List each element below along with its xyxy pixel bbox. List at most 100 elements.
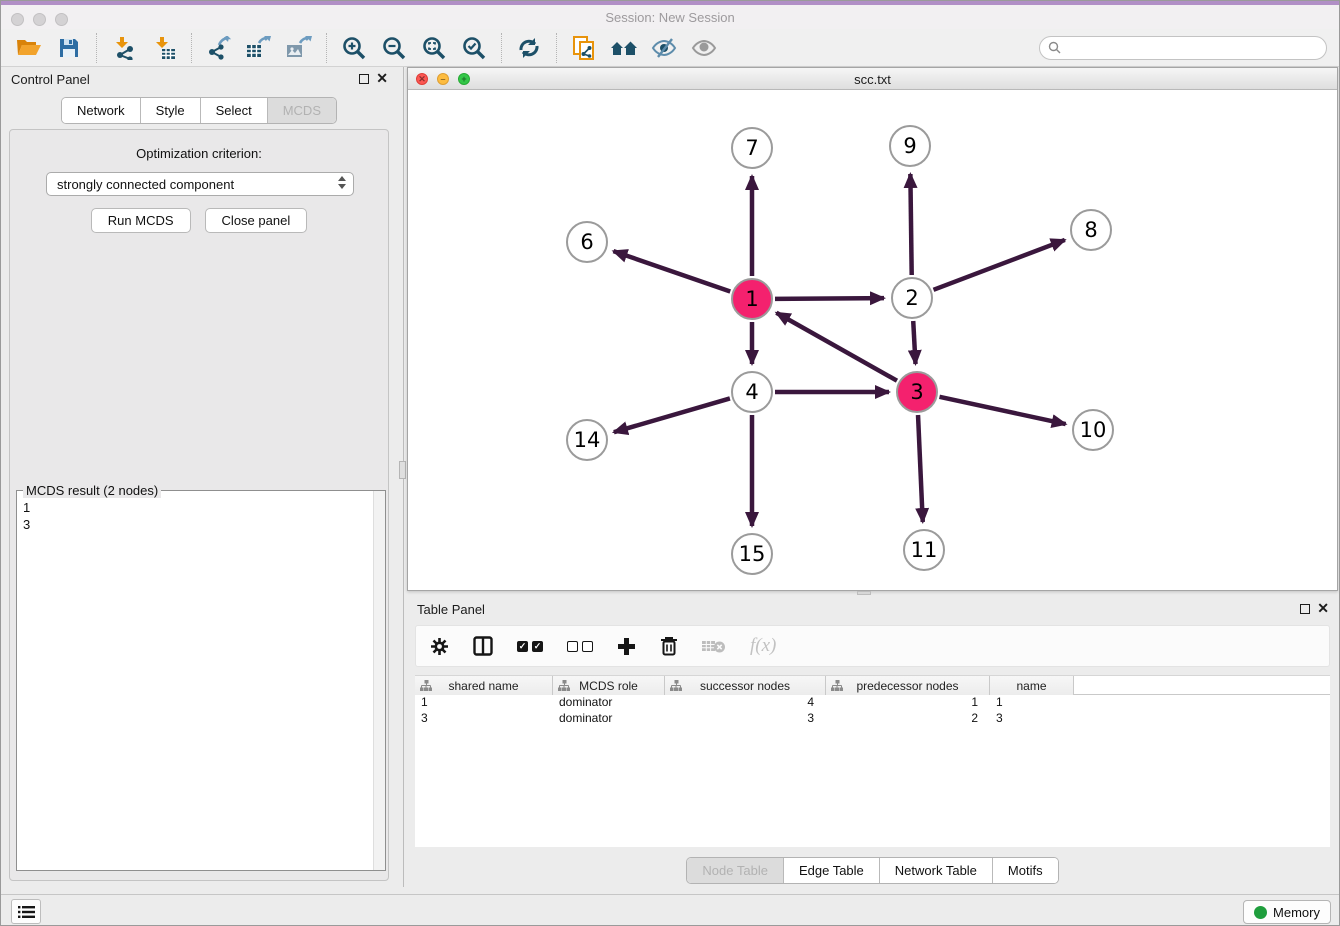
hide-selected-icon[interactable]: [644, 31, 684, 65]
zoom-selected-icon[interactable]: [454, 31, 494, 65]
first-neighbors-icon[interactable]: [604, 31, 644, 65]
close-panel-icon[interactable]: ✕: [376, 70, 388, 86]
column-sort-icon: [670, 680, 682, 691]
tab-network[interactable]: Network: [62, 98, 140, 123]
graph-edge-2-9[interactable]: [910, 174, 911, 275]
toolbar-separator: [191, 33, 192, 63]
table-cell[interactable]: 1: [415, 695, 553, 711]
network-view-window: ✕ – + scc.txt 7 9 6 8 1 2 4 3 14 10 15 11: [407, 67, 1338, 591]
tab-node-table[interactable]: Node Table: [687, 858, 783, 883]
open-session-icon[interactable]: [9, 31, 49, 65]
table-toolbar: ✓✓ f(x): [415, 625, 1330, 667]
splitter-handle[interactable]: [399, 461, 406, 479]
delete-table-icon[interactable]: [702, 638, 726, 654]
graph-edge-3-10[interactable]: [939, 397, 1065, 424]
graph-node-9[interactable]: 9: [889, 125, 931, 167]
column-label: successor nodes: [700, 679, 790, 693]
table-row[interactable]: 3dominator323: [415, 711, 1330, 727]
table-cell[interactable]: 4: [665, 695, 826, 711]
run-mcds-button[interactable]: Run MCDS: [91, 208, 191, 233]
deselect-all-icon[interactable]: [567, 641, 593, 652]
graph-node-4[interactable]: 4: [731, 371, 773, 413]
apply-layout-icon[interactable]: [509, 31, 549, 65]
column-header-successor-nodes[interactable]: successor nodes: [665, 676, 826, 695]
export-image-icon[interactable]: [279, 31, 319, 65]
optimization-criterion-select[interactable]: strongly connected component: [46, 172, 354, 196]
tab-style[interactable]: Style: [140, 98, 200, 123]
table-cell[interactable]: 3: [990, 711, 1074, 727]
table-cell[interactable]: 2: [826, 711, 990, 727]
graph-node-14[interactable]: 14: [566, 419, 608, 461]
tab-mcds[interactable]: MCDS: [267, 98, 336, 123]
graph-edge-2-8[interactable]: [934, 240, 1065, 290]
mcds-result-group: MCDS result (2 nodes) 1 3: [16, 490, 386, 871]
network-window-titlebar[interactable]: ✕ – + scc.txt: [408, 68, 1337, 90]
graph-node-7[interactable]: 7: [731, 127, 773, 169]
split-view-icon[interactable]: [473, 636, 493, 656]
show-all-icon[interactable]: [684, 31, 724, 65]
mcds-result-text[interactable]: 1 3: [17, 493, 373, 870]
graph-node-1[interactable]: 1: [731, 278, 773, 320]
tab-motifs[interactable]: Motifs: [992, 858, 1058, 883]
graph-node-2[interactable]: 2: [891, 277, 933, 319]
tab-network-table[interactable]: Network Table: [879, 858, 992, 883]
graph-edge-2-3[interactable]: [913, 321, 915, 364]
graph-node-8[interactable]: 8: [1070, 209, 1112, 251]
column-label: name: [1016, 679, 1046, 693]
result-scrollbar[interactable]: [373, 491, 385, 870]
horizontal-splitter-handle[interactable]: [857, 591, 871, 595]
close-panel-button[interactable]: Close panel: [205, 208, 308, 233]
function-builder-icon[interactable]: f(x): [750, 635, 776, 657]
table-cell[interactable]: dominator: [553, 711, 665, 727]
select-chevrons-icon: [338, 176, 346, 189]
graph-node-15[interactable]: 15: [731, 533, 773, 575]
graph-node-6[interactable]: 6: [566, 221, 608, 263]
float-table-panel-icon[interactable]: [1300, 604, 1310, 614]
task-history-icon[interactable]: [11, 899, 41, 924]
network-window-title: scc.txt: [408, 72, 1337, 87]
table-header-row: shared name MCDS role successor nodes prede…: [415, 676, 1330, 695]
search-input[interactable]: [1067, 41, 1318, 55]
graph-node-3[interactable]: 3: [896, 371, 938, 413]
column-header-predecessor-nodes[interactable]: predecessor nodes: [826, 676, 990, 695]
save-session-icon[interactable]: [49, 31, 89, 65]
add-column-icon[interactable]: [617, 637, 636, 656]
network-canvas[interactable]: 7 9 6 8 1 2 4 3 14 10 15 11: [408, 90, 1337, 590]
memory-button[interactable]: Memory: [1243, 900, 1331, 924]
tab-select[interactable]: Select: [200, 98, 267, 123]
clone-network-icon[interactable]: [564, 31, 604, 65]
tab-edge-table[interactable]: Edge Table: [783, 858, 879, 883]
table-cell[interactable]: dominator: [553, 695, 665, 711]
global-search[interactable]: [1039, 36, 1327, 60]
import-table-icon[interactable]: [144, 31, 184, 65]
column-header-MCDS-role[interactable]: MCDS role: [553, 676, 665, 695]
graph-node-10[interactable]: 10: [1072, 409, 1114, 451]
graph-edge-3-1[interactable]: [776, 313, 897, 381]
import-network-icon[interactable]: [104, 31, 144, 65]
toolbar-separator: [501, 33, 502, 63]
export-network-icon[interactable]: [199, 31, 239, 65]
table-cell[interactable]: 3: [415, 711, 553, 727]
close-table-panel-icon[interactable]: ✕: [1317, 600, 1329, 616]
column-header-name[interactable]: name: [990, 676, 1074, 695]
graph-edge-4-14[interactable]: [614, 398, 730, 432]
table-settings-icon[interactable]: [430, 637, 449, 656]
table-cell[interactable]: 3: [665, 711, 826, 727]
select-all-icon[interactable]: ✓✓: [517, 641, 543, 652]
zoom-fit-icon[interactable]: [414, 31, 454, 65]
zoom-in-icon[interactable]: [334, 31, 374, 65]
graph-edge-1-2[interactable]: [775, 298, 884, 299]
graph-node-11[interactable]: 11: [903, 529, 945, 571]
column-sort-icon: [420, 680, 432, 691]
table-row[interactable]: 1dominator411: [415, 695, 1330, 711]
delete-column-icon[interactable]: [660, 636, 678, 656]
column-label: MCDS role: [579, 679, 638, 693]
column-header-shared-name[interactable]: shared name: [415, 676, 553, 695]
graph-edge-3-11[interactable]: [918, 415, 923, 522]
table-cell[interactable]: 1: [826, 695, 990, 711]
graph-edge-1-6[interactable]: [613, 251, 730, 291]
table-cell[interactable]: 1: [990, 695, 1074, 711]
zoom-out-icon[interactable]: [374, 31, 414, 65]
export-table-icon[interactable]: [239, 31, 279, 65]
float-panel-icon[interactable]: [359, 74, 369, 84]
